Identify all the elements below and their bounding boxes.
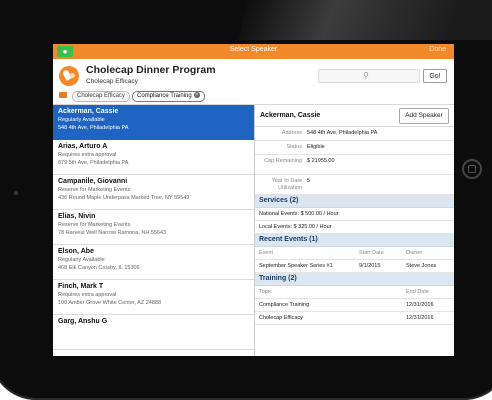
filter-chip-cholecap-efficacy[interactable]: Cholecap Efficacy bbox=[72, 91, 130, 102]
field-label: Year to Date Utilization bbox=[271, 178, 302, 191]
speaker-address: 468 Elk Canyon Crosby, IL 15306 bbox=[58, 265, 140, 271]
program-title: Cholecap Dinner Program bbox=[86, 64, 216, 76]
field-label: Status bbox=[286, 144, 302, 150]
speaker-name: Elias, Nivin bbox=[58, 213, 96, 220]
recent-events-section-header: Recent Events (1) bbox=[255, 234, 454, 247]
screen-glare bbox=[238, 0, 492, 40]
training-topic: Cholecap Efficacy bbox=[259, 315, 303, 321]
home-button[interactable] bbox=[462, 159, 482, 179]
training-header-row: Topic End Date bbox=[255, 286, 454, 299]
field-label: Address bbox=[281, 130, 302, 136]
detail-field-row: Address 548 4th Ave, Philadelphia PA bbox=[255, 127, 454, 141]
remove-filter-icon[interactable]: × bbox=[193, 92, 200, 99]
speaker-status: Reserve for Marketing Events bbox=[58, 187, 131, 193]
chip-label: Compliance Training bbox=[137, 93, 192, 99]
speaker-list-item[interactable]: Finch, Mark T Requires extra approval 10… bbox=[53, 280, 254, 315]
field-label: Cap Remaining bbox=[264, 158, 302, 164]
training-row: Cholecap Efficacy 12/31/2016 bbox=[255, 312, 454, 325]
speaker-list-item[interactable]: Ackerman, Cassie Regularly Available 548… bbox=[53, 105, 254, 140]
service-row: Local Events: $ 325.00 / Hour bbox=[255, 221, 454, 234]
training-section-header: Training (2) bbox=[255, 273, 454, 286]
speaker-name: Garg, Anshu G bbox=[58, 318, 108, 325]
go-button[interactable]: Go! bbox=[423, 69, 447, 83]
tag-icon bbox=[59, 92, 67, 98]
speaker-status: Regularly Available bbox=[58, 257, 105, 263]
training-col-topic: Topic bbox=[259, 289, 272, 295]
field-value: 5 bbox=[307, 178, 311, 184]
program-header: Cholecap Dinner Program Cholecap Efficac… bbox=[53, 59, 454, 105]
detail-field-row: Cap Remaining $ 21955.00 bbox=[255, 155, 454, 175]
speaker-status: Requires extra approval bbox=[58, 152, 117, 158]
event-name: September Speaker Series #1 bbox=[259, 263, 333, 269]
speaker-name: Ackerman, Cassie bbox=[58, 108, 119, 115]
done-button[interactable]: Done bbox=[429, 46, 446, 53]
speaker-list-item[interactable]: Campanile, Giovanni Reserve for Marketin… bbox=[53, 175, 254, 210]
speaker-address: 100 Amber Grove White Center, AZ 24888 bbox=[58, 300, 162, 306]
speaker-name: Campanile, Giovanni bbox=[58, 178, 128, 185]
speaker-address: 548 4th Ave, Philadelphia PA bbox=[58, 125, 129, 131]
speaker-name: Arias, Arturo A bbox=[58, 143, 108, 150]
event-row[interactable]: September Speaker Series #1 9/1/2015 Ste… bbox=[255, 260, 454, 273]
training-end-date: 12/31/2016 bbox=[406, 302, 434, 308]
speaker-name: Finch, Mark T bbox=[58, 283, 104, 290]
program-logo bbox=[59, 66, 79, 86]
services-section-header: Services (2) bbox=[255, 195, 454, 208]
program-subtitle: Cholecap Efficacy bbox=[86, 78, 138, 85]
speaker-address: 879 5th Ave, Philadelphia PA bbox=[58, 160, 129, 166]
detail-field-row: Status Eligible bbox=[255, 141, 454, 155]
screen-title: Select Speaker bbox=[229, 46, 278, 53]
field-value: $ 21955.00 bbox=[307, 158, 335, 164]
speaker-detail-panel: Ackerman, Cassie Add Speaker Address 548… bbox=[255, 105, 454, 356]
filter-chip-compliance-training[interactable]: Compliance Training × bbox=[132, 91, 205, 102]
events-col-event: Event bbox=[259, 250, 274, 256]
field-value: Eligible bbox=[307, 144, 325, 150]
search-icon: ⚲ bbox=[363, 71, 369, 80]
speaker-address: 78 Harvest Well Narrow Ramona, NH 55643 bbox=[58, 230, 167, 236]
app-screen: ● Select Speaker Done Cholecap Dinner Pr… bbox=[53, 44, 454, 356]
chip-label: Cholecap Efficacy bbox=[77, 93, 125, 99]
camera bbox=[14, 191, 18, 195]
speaker-status: Requires extra approval bbox=[58, 292, 117, 298]
detail-header: Ackerman, Cassie Add Speaker bbox=[255, 105, 454, 127]
events-header-row: Event Start Date Owner bbox=[255, 247, 454, 260]
events-col-owner: Owner bbox=[406, 250, 423, 256]
speaker-list-item[interactable]: Arias, Arturo A Requires extra approval … bbox=[53, 140, 254, 175]
speaker-address: 436 Round Maple Underpass Marked Tree, N… bbox=[58, 195, 190, 201]
field-value: 548 4th Ave, Philadelphia PA bbox=[307, 130, 378, 136]
speaker-list-item[interactable]: Elson, Abe Regularly Available 468 Elk C… bbox=[53, 245, 254, 280]
training-topic: Compliance Training bbox=[259, 302, 310, 308]
speaker-list-item[interactable]: Elias, Nivin Reserve for Marketing Event… bbox=[53, 210, 254, 245]
service-row: National Events: $ 500.00 / Hour bbox=[255, 208, 454, 221]
training-row: Compliance Training 12/31/2016 bbox=[255, 299, 454, 312]
events-col-start: Start Date bbox=[359, 250, 384, 256]
top-bar: ● Select Speaker Done bbox=[53, 44, 454, 59]
event-owner: Steve Jones bbox=[406, 263, 437, 269]
add-speaker-button[interactable]: Add Speaker bbox=[399, 108, 449, 124]
speaker-list-item[interactable]: Garg, Anshu G bbox=[53, 315, 254, 350]
detail-speaker-name: Ackerman, Cassie bbox=[260, 112, 321, 119]
speaker-list: Ackerman, Cassie Regularly Available 548… bbox=[53, 105, 255, 356]
speaker-name: Elson, Abe bbox=[58, 248, 94, 255]
event-start-date: 9/1/2015 bbox=[359, 263, 381, 269]
speaker-status: Regularly Available bbox=[58, 117, 105, 123]
search-input[interactable]: ⚲ bbox=[318, 69, 420, 83]
training-end-date: 12/31/2016 bbox=[406, 315, 434, 321]
speaker-status: Reserve for Marketing Events bbox=[58, 222, 131, 228]
training-col-end: End Date bbox=[406, 289, 429, 295]
detail-field-row: Year to Date Utilization 5 bbox=[255, 175, 454, 195]
